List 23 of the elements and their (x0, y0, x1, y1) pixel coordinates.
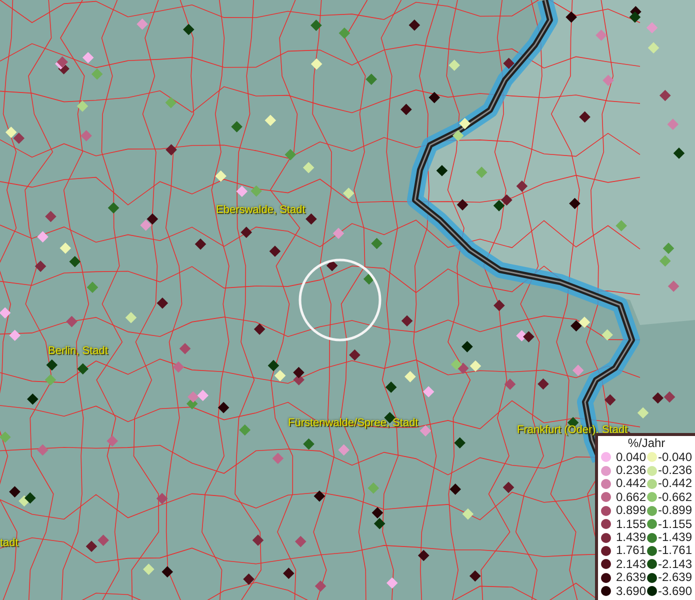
legend-value: -0.662 (658, 490, 692, 504)
legend-value: 0.899 (614, 504, 646, 518)
legend-value: 0.442 (614, 477, 646, 491)
legend-value: 0.236 (614, 464, 646, 478)
legend-value: 1.439 (614, 530, 646, 544)
legend-value: 3.690 (614, 584, 646, 598)
legend-value: -2.143 (658, 558, 692, 572)
legend-value: 1.155 (614, 518, 646, 531)
legend-value: 0.040 (614, 450, 646, 464)
legend-title: %/Jahr (626, 437, 666, 451)
legend-value: -2.639 (658, 571, 692, 585)
legend-value: 0.662 (614, 490, 646, 504)
legend-value: -3.690 (658, 584, 692, 598)
legend-value: 2.639 (614, 571, 646, 585)
legend-value: -0.899 (658, 504, 692, 518)
legend-value: -0.442 (658, 477, 692, 491)
legend-value: 2.143 (614, 558, 646, 572)
legend-value: -1.761 (658, 544, 692, 558)
legend-value: -1.439 (658, 530, 692, 544)
legend-value: -0.040 (658, 450, 692, 464)
legend-value: -0.236 (658, 464, 692, 478)
legend-value: 1.761 (614, 544, 646, 558)
legend-value: -1.155 (658, 518, 692, 531)
